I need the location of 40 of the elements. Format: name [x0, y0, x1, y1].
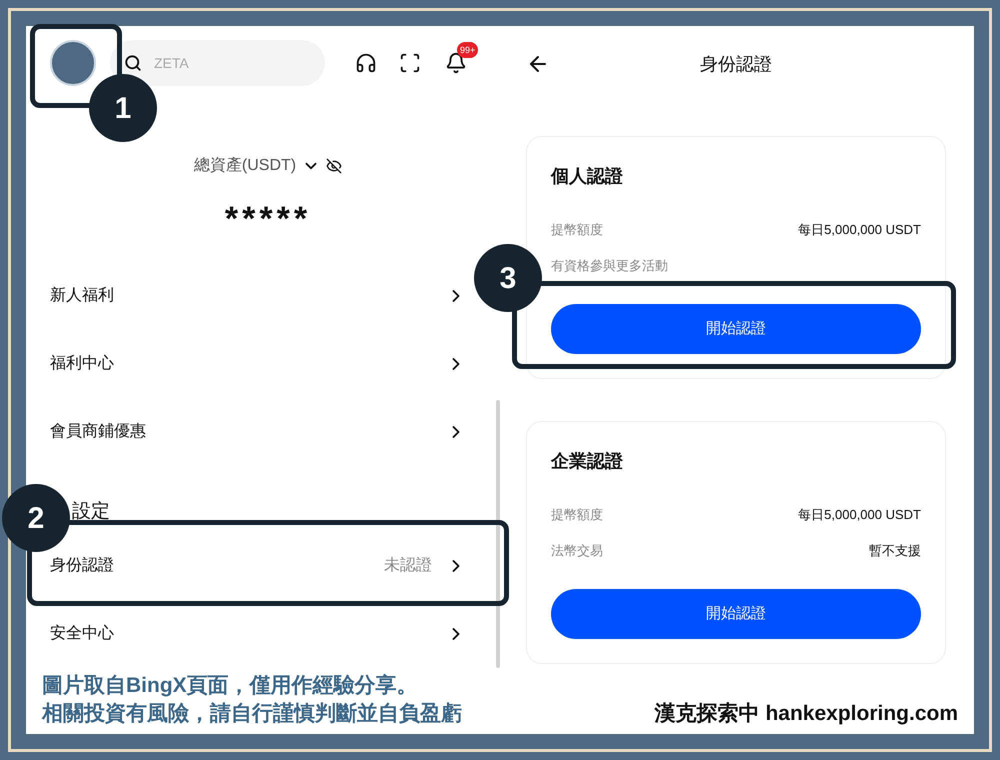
- card-title: 企業認證: [551, 450, 624, 473]
- headset-icon[interactable]: [355, 52, 377, 74]
- menu-item[interactable]: 新人福利: [26, 262, 470, 330]
- menu-item[interactable]: 福利中心: [26, 330, 470, 398]
- start-verification-button[interactable]: 開始認證: [551, 589, 921, 639]
- menu-item-label: 安全中心: [50, 624, 114, 644]
- search-icon: [124, 54, 142, 72]
- caption-line: 圖片取自BingX頁面，僅用作經驗分享。: [42, 672, 419, 699]
- page-title: 身份認證: [700, 52, 772, 76]
- step-number-badge: 2: [2, 484, 70, 552]
- search-field[interactable]: ZETA: [110, 40, 325, 86]
- total-assets-label: 總資產(USDT): [194, 156, 296, 176]
- start-verification-button[interactable]: 開始認證: [551, 304, 921, 354]
- notification-bell-icon[interactable]: [445, 52, 467, 74]
- search-input[interactable]: ZETA: [154, 52, 294, 74]
- site-credit: 漢克探索中 hankexploring.com: [654, 701, 958, 727]
- card-title: 個人認證: [551, 165, 624, 188]
- row-value: 每日5,000,000 USDT: [798, 506, 921, 524]
- menu-item-label: 新人福利: [50, 286, 114, 306]
- menu-item[interactable]: 安全中心: [26, 600, 470, 668]
- menu-item-label: 會員商鋪優惠: [50, 422, 146, 442]
- step-number-badge: 1: [89, 74, 157, 142]
- status-text: 未認證: [384, 556, 432, 576]
- menu-item-label: 身份認證: [50, 556, 114, 576]
- row-label: 提幣額度: [551, 506, 603, 524]
- section-title: 設定: [72, 500, 110, 524]
- row-label: 提幣額度: [551, 221, 603, 240]
- row-value: 每日5,000,000 USDT: [798, 221, 921, 240]
- avatar-icon[interactable]: [50, 40, 96, 86]
- menu-item[interactable]: 會員商鋪優惠: [26, 398, 470, 466]
- caption-line: 相關投資有風險，請自行謹慎判斷並自負盈虧: [42, 701, 462, 727]
- total-assets-value: *****: [224, 199, 312, 240]
- row-value: 暫不支援: [869, 542, 921, 560]
- step-number-badge: 3: [474, 244, 542, 312]
- menu-item-label: 福利中心: [50, 354, 114, 374]
- row-label: 有資格參與更多活動: [551, 257, 668, 276]
- scan-icon[interactable]: [399, 52, 421, 74]
- notification-badge: 99+: [457, 42, 478, 58]
- hidden-eye-icon[interactable]: [326, 158, 342, 174]
- row-label: 法幣交易: [551, 542, 603, 560]
